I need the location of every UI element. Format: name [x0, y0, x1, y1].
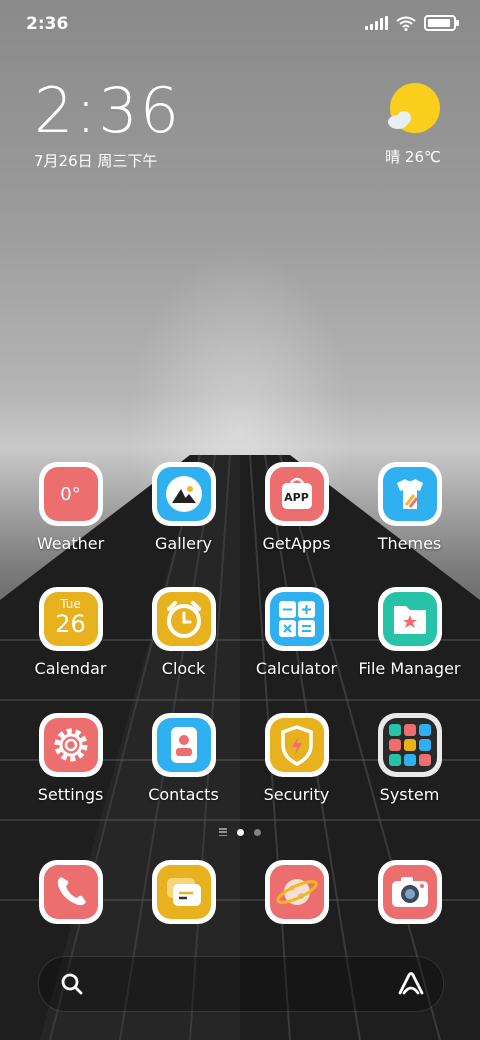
signal-icon — [365, 16, 388, 30]
system-folder-icon — [377, 713, 442, 777]
app-label: Settings — [37, 785, 104, 804]
app-label: Calendar — [34, 659, 107, 678]
weather-summary: 晴 26℃ — [385, 148, 441, 166]
page-dot — [254, 828, 261, 836]
themes-icon — [377, 462, 442, 526]
calculator-icon — [264, 587, 329, 651]
app-weather[interactable]: 0° Weather — [14, 462, 127, 553]
app-list-indicator-icon — [219, 828, 227, 836]
weather-icon: 0° — [38, 462, 103, 526]
file-manager-icon — [377, 587, 442, 651]
app-contacts[interactable]: Contacts — [127, 713, 240, 804]
app-calendar[interactable]: Tue 26 Calendar — [14, 587, 127, 678]
app-label: Calculator — [255, 659, 338, 678]
page-indicator[interactable] — [0, 828, 480, 836]
assistant-icon[interactable] — [397, 971, 425, 997]
phone-icon — [38, 860, 103, 924]
app-label: Gallery — [155, 534, 212, 553]
app-label: Security — [263, 785, 330, 804]
app-label: Contacts — [148, 785, 219, 804]
contacts-icon — [151, 713, 216, 777]
widget-date: 7月26日 周三下午 — [34, 152, 158, 170]
calendar-day-name: Tue — [60, 597, 81, 611]
app-label: GetApps — [262, 534, 331, 553]
search-bar[interactable] — [38, 956, 444, 1012]
settings-icon — [38, 713, 103, 777]
status-icons — [365, 15, 459, 31]
search-icon[interactable] — [60, 972, 84, 996]
dock-phone[interactable] — [14, 860, 127, 924]
status-time: 2:36 — [26, 14, 69, 34]
app-calculator[interactable]: Calculator — [240, 587, 353, 678]
battery-level-fill — [428, 19, 450, 27]
browser-planet-icon — [264, 860, 329, 924]
folder-system[interactable]: System — [353, 713, 466, 804]
app-label: System — [379, 785, 440, 804]
app-label: Themes — [377, 534, 442, 553]
app-clock[interactable]: Clock — [127, 587, 240, 678]
status-bar: 2:36 — [0, 0, 480, 50]
weather-icon-temp: 0° — [60, 483, 81, 505]
getapps-badge-text: APP — [284, 491, 309, 504]
app-themes[interactable]: Themes — [353, 462, 466, 553]
clock-widget[interactable]: 2:36 7月26日 周三下午 — [34, 76, 181, 171]
wifi-icon — [396, 16, 416, 31]
battery-icon — [424, 15, 459, 31]
weather-widget[interactable]: 晴 26℃ — [380, 82, 446, 167]
app-security[interactable]: Security — [240, 713, 353, 804]
dock-camera[interactable] — [353, 860, 466, 924]
sunny-cloud-icon — [388, 83, 440, 133]
calendar-day-number: 26 — [55, 610, 86, 638]
camera-icon — [377, 860, 442, 924]
security-icon — [264, 713, 329, 777]
app-label: Weather — [36, 534, 105, 553]
app-settings[interactable]: Settings — [14, 713, 127, 804]
clock-icon — [151, 587, 216, 651]
app-getapps[interactable]: APP GetApps — [240, 462, 353, 553]
dock-browser[interactable] — [240, 860, 353, 924]
messages-icon — [151, 860, 216, 924]
app-gallery[interactable]: Gallery — [127, 462, 240, 553]
dock-messages[interactable] — [127, 860, 240, 924]
app-file-manager[interactable]: File Manager — [353, 587, 466, 678]
app-label: File Manager — [358, 659, 461, 678]
getapps-icon: APP — [264, 462, 329, 526]
page-dot-active — [237, 828, 244, 836]
calendar-icon: Tue 26 — [38, 587, 103, 651]
app-label: Clock — [161, 659, 206, 678]
gallery-icon — [151, 462, 216, 526]
widget-time: 2:36 — [34, 74, 182, 147]
